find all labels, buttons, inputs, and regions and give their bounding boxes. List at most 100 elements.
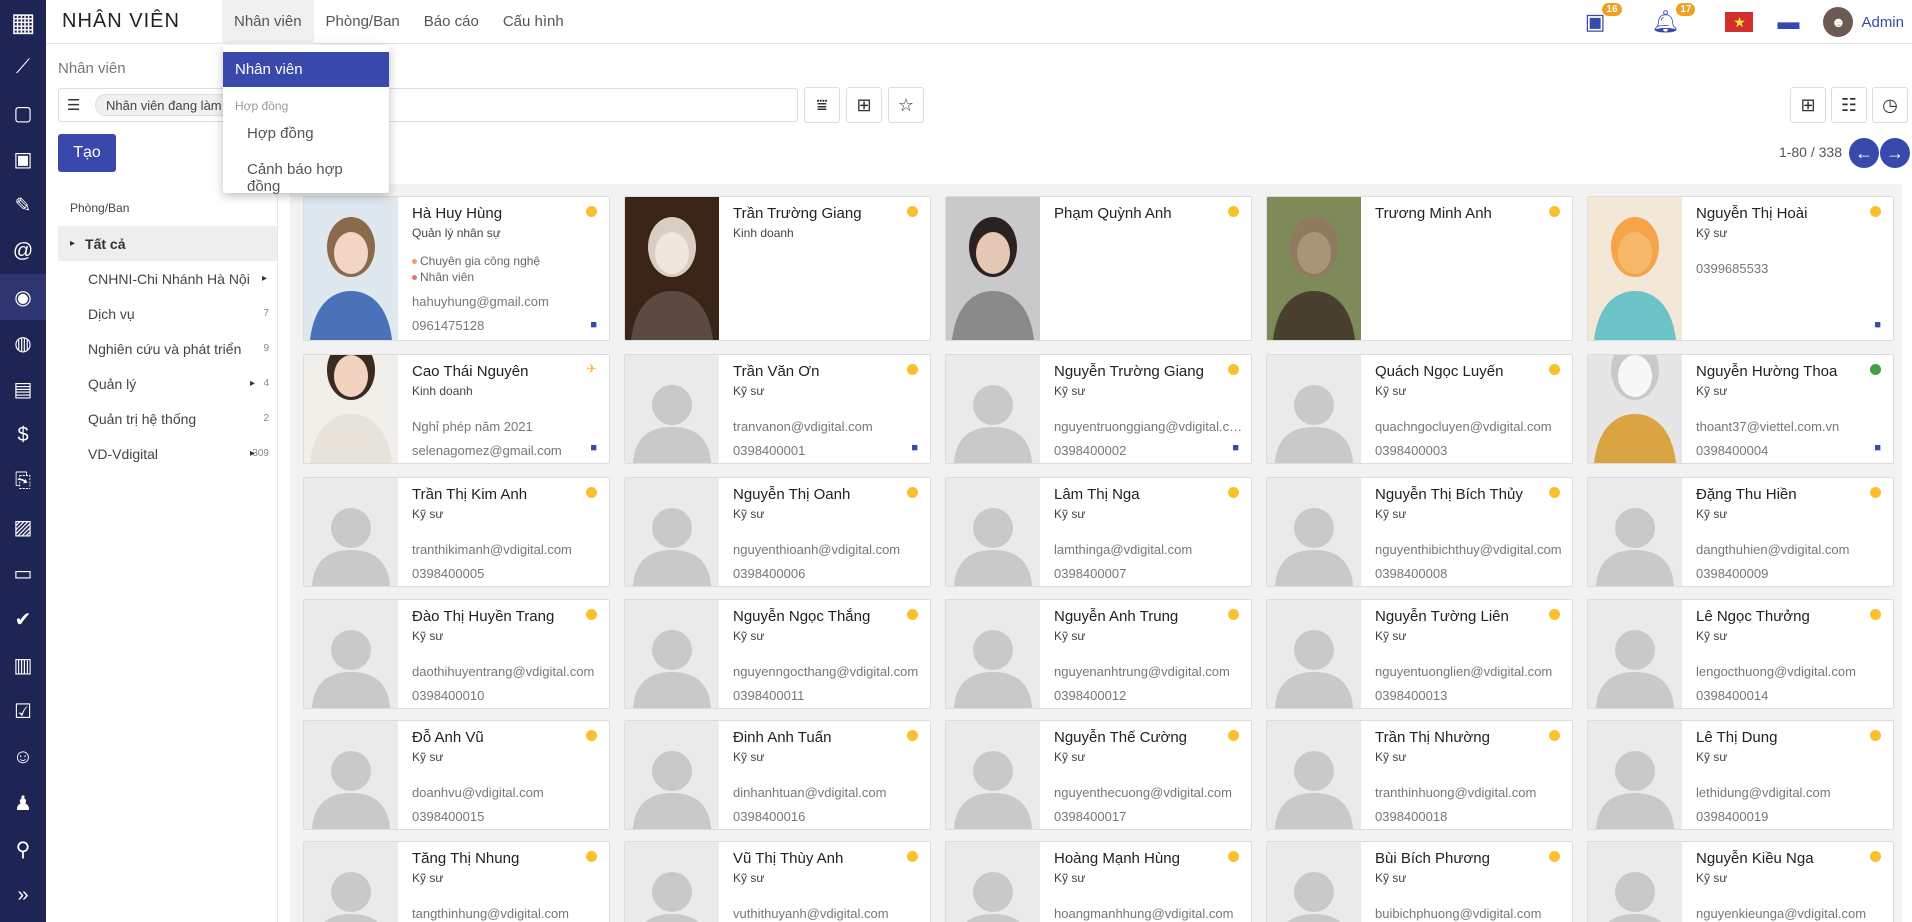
employee-name[interactable]: Vũ Thị Thùy Anh: [733, 850, 922, 867]
employee-name[interactable]: Nguyễn Hường Thoa: [1696, 363, 1885, 380]
discuss-icon[interactable]: ▢: [0, 90, 46, 136]
employee-card[interactable]: Nguyễn Tường Liên Kỹ sư nguyentuonglien@vd…: [1266, 599, 1573, 709]
caret-right-icon[interactable]: ▸: [70, 238, 75, 249]
employee-card[interactable]: Đỗ Anh Vũ Kỹ sư doanhvu@vdigital.com 039840…: [303, 720, 610, 830]
employee-name[interactable]: Cao Thái Nguyên: [412, 363, 601, 380]
list-view-icon[interactable]: ☷: [1831, 87, 1867, 123]
employee-card[interactable]: Hà Huy Hùng Quản lý nhân sự Chuyên gia côn…: [303, 196, 610, 341]
department-item[interactable]: Quản lý ▸ 4: [58, 366, 277, 401]
employee-name[interactable]: Nguyễn Anh Trung: [1054, 608, 1243, 625]
inventory-icon[interactable]: ▨: [0, 504, 46, 550]
briefcase-icon[interactable]: ▬: [1777, 9, 1799, 35]
notification-bell-icon[interactable]: 🔔︎ 17: [1652, 3, 1696, 35]
filter-icon[interactable]: ⩸: [804, 87, 840, 123]
employee-name[interactable]: Trần Văn Ơn: [733, 363, 922, 380]
employee-name[interactable]: Tăng Thị Nhung: [412, 850, 601, 867]
payment-icon[interactable]: ▭: [0, 550, 46, 596]
employee-name[interactable]: Nguyễn Thị Hoài: [1696, 205, 1885, 222]
department-item[interactable]: Nghiên cứu và phát triển 9: [58, 331, 277, 366]
employee-name[interactable]: Trần Trường Giang: [733, 205, 922, 222]
department-item[interactable]: Quản trị hệ thống 2: [58, 401, 277, 436]
employee-card[interactable]: Trần Văn Ơn Kỹ sư tranvanon@vdigital.com 03…: [624, 354, 931, 464]
expand-arrow-icon[interactable]: ▸: [250, 378, 255, 389]
apps-menu-icon[interactable]: ▦: [0, 0, 46, 44]
user-avatar[interactable]: ☻: [1823, 7, 1854, 37]
employee-name[interactable]: Lê Thị Dung: [1696, 729, 1885, 746]
menu-configuration[interactable]: Cấu hình: [491, 0, 576, 44]
employee-name[interactable]: Bùi Bích Phương: [1375, 850, 1564, 867]
employee-card[interactable]: Vũ Thị Thùy Anh Kỹ sư vuthithuyanh@vdigita…: [624, 841, 931, 922]
expand-sidebar-icon[interactable]: »: [0, 872, 46, 918]
documents-icon[interactable]: ▤: [0, 366, 46, 412]
employee-name[interactable]: Đào Thị Huyền Trang: [412, 608, 601, 625]
group-by-icon[interactable]: ⊞: [846, 87, 882, 123]
approvals-icon[interactable]: ✔: [0, 596, 46, 642]
employee-name[interactable]: Phạm Quỳnh Anh: [1054, 205, 1243, 222]
employee-card[interactable]: Tăng Thị Nhung Kỹ sư tangthinhung@vdigital…: [303, 841, 610, 922]
employee-name[interactable]: Trương Minh Anh: [1375, 205, 1564, 222]
employee-card[interactable]: Phạm Quỳnh Anh: [945, 196, 1252, 341]
employee-card[interactable]: Trần Trường Giang Kinh doanh: [624, 196, 931, 341]
chat-icon[interactable]: ■: [590, 442, 597, 454]
team-icon[interactable]: ♟: [0, 780, 46, 826]
activity-view-icon[interactable]: ◷: [1872, 87, 1908, 123]
employee-card[interactable]: Nguyễn Hường Thoa Kỹ sư thoant37@viettel.c…: [1587, 354, 1894, 464]
menu-departments[interactable]: Phòng/Ban: [314, 0, 412, 44]
expand-arrow-icon[interactable]: ▸: [262, 273, 267, 284]
user-search-icon[interactable]: ⚲: [0, 826, 46, 872]
search-bar[interactable]: ☰ Nhân viên đang làm: [58, 88, 798, 122]
employee-card[interactable]: Bùi Bích Phương Kỹ sư buibichphuong@vdigit…: [1266, 841, 1573, 922]
employee-card[interactable]: Lê Thị Dung Kỹ sư lethidung@vdigital.com 03…: [1587, 720, 1894, 830]
employee-name[interactable]: Quách Ngọc Luyến: [1375, 363, 1564, 380]
chat-icon[interactable]: ■: [1232, 442, 1239, 454]
employees-icon[interactable]: ◉: [0, 274, 46, 320]
expense-icon[interactable]: $: [0, 412, 46, 458]
employee-card[interactable]: Lê Ngọc Thưởng Kỹ sư lengocthuong@vdigital…: [1587, 599, 1894, 709]
employee-name[interactable]: Nguyễn Trường Giang: [1054, 363, 1243, 380]
employee-name[interactable]: Nguyễn Thị Bích Thủy: [1375, 486, 1564, 503]
menu-reports[interactable]: Báo cáo: [412, 0, 491, 44]
employee-card[interactable]: Đào Thị Huyền Trang Kỹ sư daothihuyentrang…: [303, 599, 610, 709]
employee-name[interactable]: Trần Thị Kim Anh: [412, 486, 601, 503]
employee-name[interactable]: Nguyễn Tường Liên: [1375, 608, 1564, 625]
employee-card[interactable]: Quách Ngọc Luyến Kỹ sư quachngocluyen@vdig…: [1266, 354, 1573, 464]
employee-card[interactable]: Nguyễn Trường Giang Kỹ sư nguyentruonggian…: [945, 354, 1252, 464]
employee-card[interactable]: Nguyễn Thị Bích Thủy Kỹ sư nguyenthibichth…: [1266, 477, 1573, 587]
dropdown-item-contracts[interactable]: Hợp đồng: [223, 117, 389, 153]
dashboard-icon[interactable]: ⟋: [0, 44, 46, 90]
department-item[interactable]: VD-Vdigital ▸ 309: [58, 436, 277, 471]
user-name[interactable]: Admin: [1861, 14, 1904, 31]
employee-name[interactable]: Trần Thị Nhường: [1375, 729, 1564, 746]
favorites-star-icon[interactable]: ☆: [888, 87, 924, 123]
employee-card[interactable]: Nguyễn Ngọc Thắng Kỹ sư nguyenngocthang@vd…: [624, 599, 931, 709]
notes-icon[interactable]: ✎: [0, 182, 46, 228]
chat-icon[interactable]: ■: [1874, 442, 1881, 454]
pager-value[interactable]: 1-80 / 338: [1779, 144, 1842, 160]
employee-name[interactable]: Hà Huy Hùng: [412, 205, 601, 222]
employee-card[interactable]: Đặng Thu Hiền Kỹ sư dangthuhien@vdigital.c…: [1587, 477, 1894, 587]
employee-card[interactable]: Lâm Thị Nga Kỹ sư lamthinga@vdigital.com 03…: [945, 477, 1252, 587]
employee-card[interactable]: Hoàng Mạnh Hùng Kỹ sư hoangmanhhung@vdigit…: [945, 841, 1252, 922]
survey-icon[interactable]: ☺: [0, 734, 46, 780]
employee-card[interactable]: Nguyễn Thị Hoài Kỹ sư 0399685533 ■: [1587, 196, 1894, 341]
employee-name[interactable]: Nguyễn Thị Oanh: [733, 486, 922, 503]
employee-name[interactable]: Lâm Thị Nga: [1054, 486, 1243, 503]
employee-card[interactable]: Đinh Anh Tuấn Kỹ sư dinhanhtuan@vdigital.c…: [624, 720, 931, 830]
activity-calendar-icon[interactable]: ▣ 16: [1585, 3, 1622, 35]
employee-name[interactable]: Hoàng Mạnh Hùng: [1054, 850, 1243, 867]
employee-name[interactable]: Đặng Thu Hiền: [1696, 486, 1885, 503]
employee-card[interactable]: Nguyễn Thị Oanh Kỹ sư nguyenthioanh@vdigit…: [624, 477, 931, 587]
employee-name[interactable]: Đinh Anh Tuấn: [733, 729, 922, 746]
employee-name[interactable]: Nguyễn Thế Cường: [1054, 729, 1243, 746]
email-icon[interactable]: @: [0, 228, 46, 274]
chat-icon[interactable]: ■: [1874, 319, 1881, 331]
chat-icon[interactable]: ■: [911, 442, 918, 454]
employee-card[interactable]: Cao Thái Nguyên Kinh doanh Nghỉ phép năm 2…: [303, 354, 610, 464]
vietnam-flag-icon[interactable]: ★: [1725, 12, 1754, 32]
department-item[interactable]: CNHNI-Chi Nhánh Hà Nội ▸: [58, 261, 277, 296]
employee-card[interactable]: Nguyễn Thế Cường Kỹ sư nguyenthecuong@vdig…: [945, 720, 1252, 830]
create-button[interactable]: Tạo: [58, 134, 116, 172]
clipboard-icon[interactable]: ▥: [0, 642, 46, 688]
employee-name[interactable]: Lê Ngọc Thưởng: [1696, 608, 1885, 625]
search-options-icon[interactable]: ☰: [67, 96, 89, 114]
